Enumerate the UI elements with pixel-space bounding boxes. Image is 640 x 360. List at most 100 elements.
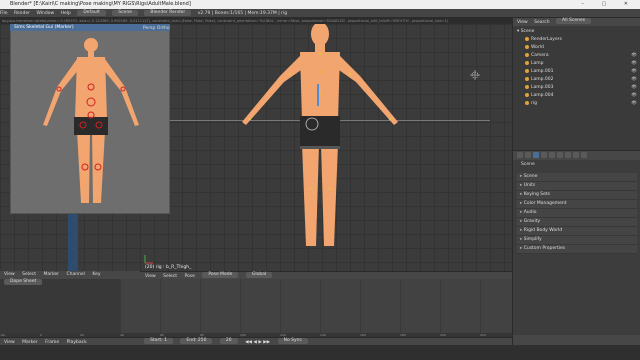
lamp-icon xyxy=(525,92,529,97)
window-controls[interactable]: – ▢ ✕ xyxy=(581,0,636,9)
modifiers-tab-icon[interactable] xyxy=(565,151,571,158)
outliner-row[interactable]: rig 👁 xyxy=(513,100,640,108)
reference-figure-image xyxy=(43,38,139,203)
outliner-row[interactable]: World xyxy=(513,44,640,52)
lamp-icon xyxy=(525,84,529,89)
scene-tab-icon[interactable] xyxy=(533,151,539,158)
properties-panels[interactable]: Scene Units Keying Sets Color Management… xyxy=(512,169,640,345)
ds-menu-view[interactable]: View xyxy=(4,272,15,277)
outliner-row-label: Lamp xyxy=(531,61,544,66)
visibility-icon[interactable]: 👁 xyxy=(631,68,637,76)
panel-keying-sets[interactable]: Keying Sets xyxy=(517,191,637,200)
playback-controls[interactable]: ◀◀ ◀ ▶ ▶▶ xyxy=(245,340,270,345)
ds-menu-key[interactable]: Key xyxy=(92,272,100,277)
properties-tabs xyxy=(512,150,640,160)
outliner-row-label: RenderLayers xyxy=(531,37,562,42)
outliner-row-label: rig xyxy=(531,101,537,106)
outliner-row[interactable]: Lamp.004 👁 xyxy=(513,92,640,100)
visibility-icon[interactable]: 👁 xyxy=(631,84,637,92)
ds-menu-marker[interactable]: Marker xyxy=(43,272,59,277)
window-titlebar: Blender* [E:\Kairi\C making\Pose making\… xyxy=(0,0,640,9)
outliner-row-label: Camera xyxy=(531,53,549,58)
viewport-menu-pose[interactable]: Pose xyxy=(184,274,194,279)
outliner-row[interactable]: Lamp.002 👁 xyxy=(513,76,640,84)
tl-menu-playback[interactable]: Playback xyxy=(67,340,87,345)
panel-units[interactable]: Units xyxy=(517,182,637,191)
active-object-label: (20) rig : b_R_Thigh_ xyxy=(145,265,192,270)
viewport-scrollbar[interactable] xyxy=(68,214,78,271)
outliner-row[interactable]: Camera 👁 xyxy=(513,52,640,60)
outliner-row-label: Lamp.004 xyxy=(531,93,554,98)
outliner-row-label: Lamp.003 xyxy=(531,85,554,90)
3d-cursor-icon[interactable] xyxy=(470,70,480,80)
orientation-selector[interactable]: Global xyxy=(245,272,273,278)
outliner-tree[interactable]: ▾ Scene RenderLayers World Camera 👁 Lamp 👁… xyxy=(512,26,640,150)
ds-menu-channel[interactable]: Channel xyxy=(66,272,84,277)
lamp-icon xyxy=(525,60,529,65)
constraints-tab-icon[interactable] xyxy=(557,151,563,158)
visibility-icon[interactable]: 👁 xyxy=(631,92,637,100)
start-frame-field[interactable]: Start: 1 xyxy=(144,338,173,344)
status-strip xyxy=(0,345,640,360)
viewport-menu-view[interactable]: View xyxy=(145,274,156,279)
tl-menu-frame[interactable]: Frame xyxy=(45,340,59,345)
menu-render[interactable]: Render xyxy=(14,11,30,16)
menu-file[interactable]: File xyxy=(0,11,8,16)
info-header: File Render Window Help Default Scene Bl… xyxy=(0,9,640,18)
properties-context: Scene xyxy=(512,160,640,169)
window-title: Blender* [E:\Kairi\C making\Pose making\… xyxy=(10,1,191,7)
character-model[interactable] xyxy=(220,24,420,264)
outliner-menu-view[interactable]: View xyxy=(517,20,528,25)
layers-tab-icon[interactable] xyxy=(525,151,531,158)
reference-image-panel[interactable] xyxy=(10,26,170,214)
menu-help[interactable]: Help xyxy=(61,11,71,16)
layout-selector[interactable]: Default xyxy=(77,9,106,16)
panel-simplify[interactable]: Simplify xyxy=(517,236,637,245)
visibility-icon[interactable]: 👁 xyxy=(631,60,637,68)
render-tab-icon[interactable] xyxy=(517,151,523,158)
visibility-icon[interactable]: 👁 xyxy=(631,76,637,84)
panel-audio[interactable]: Audio xyxy=(517,209,637,218)
mode-selector[interactable]: Pose Mode xyxy=(202,272,239,278)
visibility-icon[interactable]: 👁 xyxy=(631,52,637,60)
outliner-row[interactable]: Lamp 👁 xyxy=(513,60,640,68)
panel-gravity[interactable]: Gravity xyxy=(517,218,637,227)
panel-color-management[interactable]: Color Management xyxy=(517,200,637,209)
tl-menu-marker[interactable]: Marker xyxy=(22,340,38,345)
outliner-row[interactable]: Lamp.003 👁 xyxy=(513,84,640,92)
outliner-header: View Search All Scenes xyxy=(512,18,640,26)
outliner-row-label: Lamp.001 xyxy=(531,69,554,74)
outliner-filter-selector[interactable]: All Scenes xyxy=(556,18,592,24)
panel-custom-properties[interactable]: Custom Properties xyxy=(517,245,637,254)
view-label: Persp Ortho xyxy=(143,26,170,31)
current-frame-field[interactable]: 20 xyxy=(219,338,238,344)
panel-scene[interactable]: Scene xyxy=(517,173,637,182)
dope-sheet-header: View Select Marker Channel Key Dope Shee… xyxy=(0,271,140,285)
menu-window[interactable]: Window xyxy=(36,11,54,16)
outliner-row[interactable]: Lamp.001 👁 xyxy=(513,68,640,76)
sync-selector[interactable]: No Sync xyxy=(277,338,308,344)
outliner-row[interactable]: ▾ Scene xyxy=(513,28,640,36)
ds-menu-select[interactable]: Select xyxy=(22,272,36,277)
dope-sheet-channels[interactable] xyxy=(0,279,120,337)
outliner-row[interactable]: RenderLayers xyxy=(513,36,640,44)
properties-footer xyxy=(512,335,640,345)
tl-menu-view[interactable]: View xyxy=(4,340,15,345)
data-tab-icon[interactable] xyxy=(573,151,579,158)
viewport-menu-select[interactable]: Select xyxy=(163,274,177,279)
lamp-icon xyxy=(525,68,529,73)
visibility-icon[interactable]: 👁 xyxy=(631,100,637,108)
outliner-menu-search[interactable]: Search xyxy=(534,20,549,25)
axis-gizmo-icon xyxy=(144,255,153,264)
world-tab-icon[interactable] xyxy=(541,151,547,158)
lamp-icon xyxy=(525,76,529,81)
ds-mode-selector[interactable]: Dope Sheet xyxy=(4,279,43,285)
end-frame-field[interactable]: End: 250 xyxy=(180,338,213,344)
world-icon xyxy=(525,44,529,49)
bone-tab-icon[interactable] xyxy=(581,151,587,158)
object-tab-icon[interactable] xyxy=(549,151,555,158)
armature-icon xyxy=(525,100,529,105)
render-engine-selector[interactable]: Blender Render xyxy=(144,9,192,16)
panel-rigid-body-world[interactable]: Rigid Body World xyxy=(517,227,637,236)
scene-selector[interactable]: Scene xyxy=(112,9,138,16)
